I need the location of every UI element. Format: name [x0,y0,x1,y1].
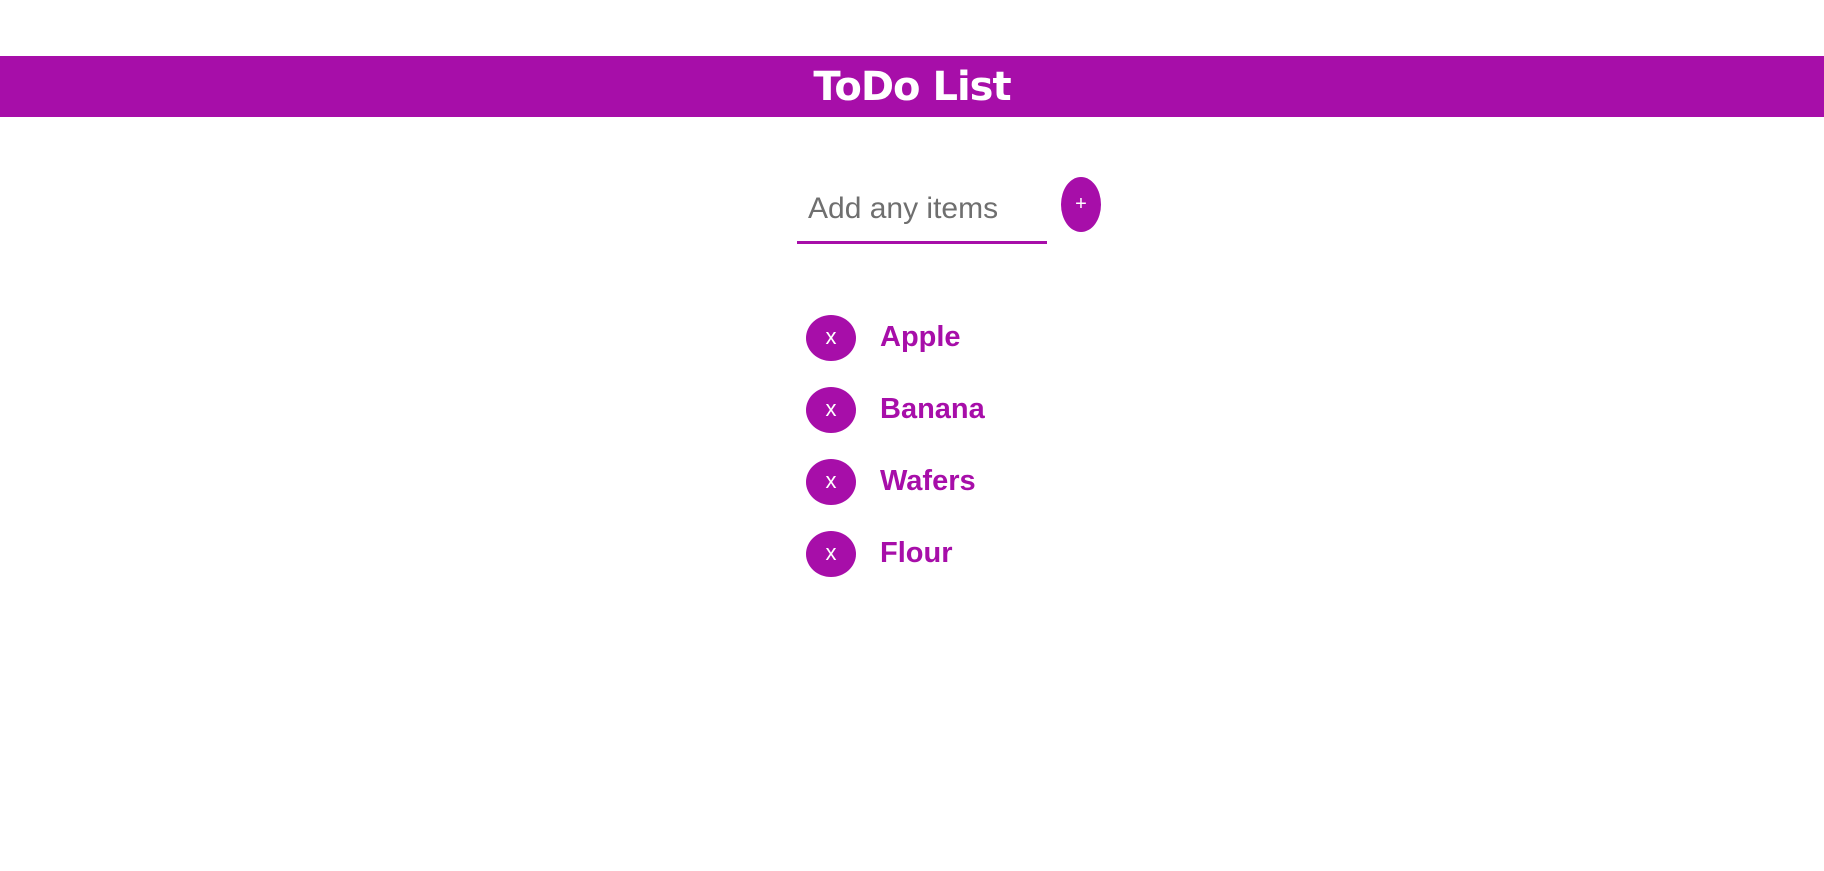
app-header: ToDo List [0,56,1824,117]
todo-item-label: Wafers [880,465,976,497]
todo-item-label: Flour [880,537,953,569]
add-item-form: + [797,176,1101,246]
close-icon: x [825,395,837,421]
delete-item-button[interactable]: x [806,531,856,577]
todo-item-label: Banana [880,393,985,425]
close-icon: x [825,323,837,349]
todo-item-label: Apple [880,321,961,353]
close-icon: x [825,539,837,565]
plus-icon: + [1075,193,1087,215]
delete-item-button[interactable]: x [806,315,856,361]
delete-item-button[interactable]: x [806,459,856,505]
close-icon: x [825,467,837,493]
page-title: ToDo List [813,63,1011,110]
delete-item-button[interactable]: x [806,387,856,433]
add-item-button[interactable]: + [1061,177,1101,232]
add-item-input[interactable] [797,176,1047,244]
